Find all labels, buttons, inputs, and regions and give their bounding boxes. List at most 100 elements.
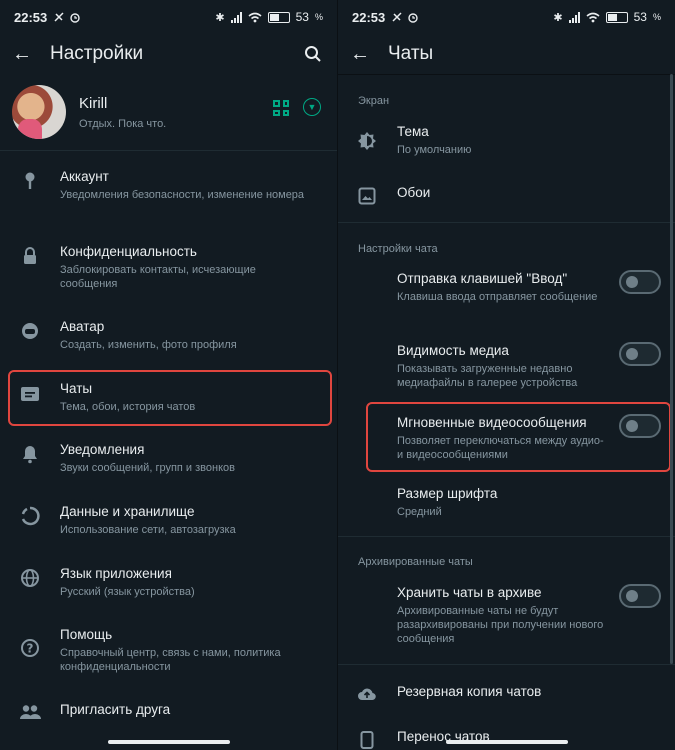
item-title: Тема (397, 124, 429, 139)
item-subtitle: Клавиша ввода отправляет сообщение (397, 291, 598, 303)
gesture-nav-bar[interactable] (446, 740, 568, 744)
gesture-nav-bar[interactable] (108, 740, 230, 744)
data-usage-icon (0, 503, 60, 526)
setting-media-visibility[interactable]: Видимость медиа Показывать загруженные не… (338, 342, 675, 392)
item-title: Конфиденциальность (60, 244, 197, 259)
wallpaper-icon (338, 184, 396, 205)
settings-item-language[interactable]: Язык приложения Русский (язык устройства) (0, 565, 337, 599)
key-icon (0, 168, 60, 191)
settings-item-data-storage[interactable]: Данные и хранилище Использование сети, ав… (0, 503, 337, 537)
chats-settings-screen: 22:53 ✱ 53% ← Чаты Экран Тема По умолчани… (338, 0, 675, 750)
item-subtitle: По умолчанию (397, 144, 472, 156)
no-data-icon (54, 12, 64, 22)
help-icon: ? (0, 626, 60, 658)
divider (338, 664, 675, 665)
search-icon[interactable] (301, 42, 325, 66)
setting-chat-backup[interactable]: Резервная копия чатов (338, 683, 675, 707)
alarm-icon (408, 13, 418, 23)
setting-theme[interactable]: Тема По умолчанию (338, 123, 675, 163)
item-title: Отправка клавишей "Ввод" (397, 271, 568, 286)
page-title: Чаты (388, 43, 434, 64)
avatar[interactable] (12, 85, 66, 139)
status-time: 22:53 (352, 9, 386, 25)
enter-key-toggle[interactable] (619, 270, 661, 294)
status-bar: 22:53 ✱ 53% (14, 9, 323, 25)
scrollbar[interactable] (670, 74, 673, 664)
profile-status: Отдых. Пока что. (79, 117, 167, 130)
status-bar: 22:53 ✱ 53% (352, 9, 661, 25)
item-subtitle: Средний (397, 506, 442, 518)
setting-font-size[interactable]: Размер шрифта Средний (338, 485, 675, 521)
no-data-icon (392, 12, 402, 22)
keep-archived-toggle[interactable] (619, 584, 661, 608)
setting-wallpaper[interactable]: Обои (338, 184, 675, 214)
setting-enter-key[interactable]: Отправка клавишей "Ввод" Клавиша ввода от… (338, 270, 675, 320)
item-subtitle: Справочный центр, связь с нами, политика… (60, 647, 281, 673)
bluetooth-icon: ✱ (553, 11, 563, 24)
phone-transfer-icon (338, 728, 396, 749)
highlight-box (366, 402, 671, 472)
item-title: Аккаунт (60, 169, 109, 184)
battery-percent: 53 (295, 10, 309, 24)
settings-item-invite[interactable]: Пригласить друга (0, 701, 337, 720)
item-title: Обои (397, 185, 431, 200)
item-subtitle: Заблокировать контакты, исчезающие сообщ… (60, 264, 256, 290)
highlight-box (8, 370, 332, 426)
settings-item-avatar[interactable]: Аватар Создать, изменить, фото профиля (0, 318, 337, 352)
media-visibility-toggle[interactable] (619, 342, 661, 366)
setting-keep-archived[interactable]: Хранить чаты в архиве Архивированные чаты… (338, 584, 675, 646)
lock-icon (0, 243, 60, 266)
battery-icon (605, 11, 628, 23)
bell-icon (0, 441, 60, 464)
people-icon (0, 701, 60, 720)
item-subtitle: Показывать загруженные недавно медиафайл… (397, 363, 578, 389)
item-title: Хранить чаты в архиве (397, 585, 542, 600)
page-title: Настройки (50, 43, 144, 64)
profile-card[interactable]: Kirill Отдых. Пока что. ▼ (0, 78, 337, 146)
svg-text:?: ? (27, 642, 34, 656)
divider (338, 222, 675, 223)
divider (338, 536, 675, 537)
settings-item-privacy[interactable]: Конфиденциальность Заблокировать контакты… (0, 243, 337, 291)
battery-percent: 53 (633, 10, 647, 24)
item-title: Размер шрифта (397, 486, 498, 501)
wifi-icon (248, 12, 262, 22)
settings-screen: 22:53 ✱ 53% ← Настройки Kirill Отдых. По… (0, 0, 337, 750)
chevron-down-icon[interactable]: ▼ (303, 98, 321, 116)
app-bar: ← Чаты (338, 34, 675, 74)
settings-item-account[interactable]: Аккаунт Уведомления безопасности, изменен… (0, 168, 337, 202)
globe-icon (0, 565, 60, 588)
signal-icon (568, 11, 580, 23)
back-arrow-icon[interactable]: ← (12, 43, 36, 66)
item-title: Видимость медиа (397, 343, 509, 358)
item-title: Язык приложения (60, 566, 172, 581)
avatar-face-icon (0, 318, 60, 341)
qr-code-icon[interactable] (273, 100, 289, 116)
alarm-icon (70, 13, 80, 23)
item-subtitle: Уведомления безопасности, изменение номе… (60, 189, 305, 201)
wifi-icon (586, 12, 600, 22)
back-arrow-icon[interactable]: ← (350, 43, 374, 66)
divider (0, 150, 337, 151)
section-header-chat-settings: Настройки чата (358, 243, 438, 255)
section-header-screen: Экран (358, 95, 390, 107)
item-subtitle: Архивированные чаты не будут разархивиро… (397, 605, 604, 645)
cloud-upload-icon (338, 683, 396, 702)
battery-icon (267, 11, 290, 23)
item-title: Резервная копия чатов (397, 684, 542, 699)
settings-item-help[interactable]: ? Помощь Справочный центр, связь с нами, … (0, 626, 337, 674)
brightness-icon (338, 123, 396, 151)
item-subtitle: Создать, изменить, фото профиля (60, 339, 237, 351)
profile-name: Kirill (79, 94, 108, 112)
app-bar: ← Настройки (0, 34, 337, 74)
item-subtitle: Использование сети, автозагрузка (60, 524, 236, 536)
item-title: Пригласить друга (60, 702, 171, 717)
item-title: Помощь (60, 627, 113, 642)
status-time: 22:53 (14, 9, 48, 25)
item-title: Данные и хранилище (60, 504, 195, 519)
item-title: Аватар (60, 319, 105, 334)
setting-chat-transfer[interactable]: Перенос чатов (338, 728, 675, 750)
settings-item-notifications[interactable]: Уведомления Звуки сообщений, групп и звон… (0, 441, 337, 475)
bluetooth-icon: ✱ (215, 11, 225, 24)
item-subtitle: Звуки сообщений, групп и звонков (60, 462, 235, 474)
